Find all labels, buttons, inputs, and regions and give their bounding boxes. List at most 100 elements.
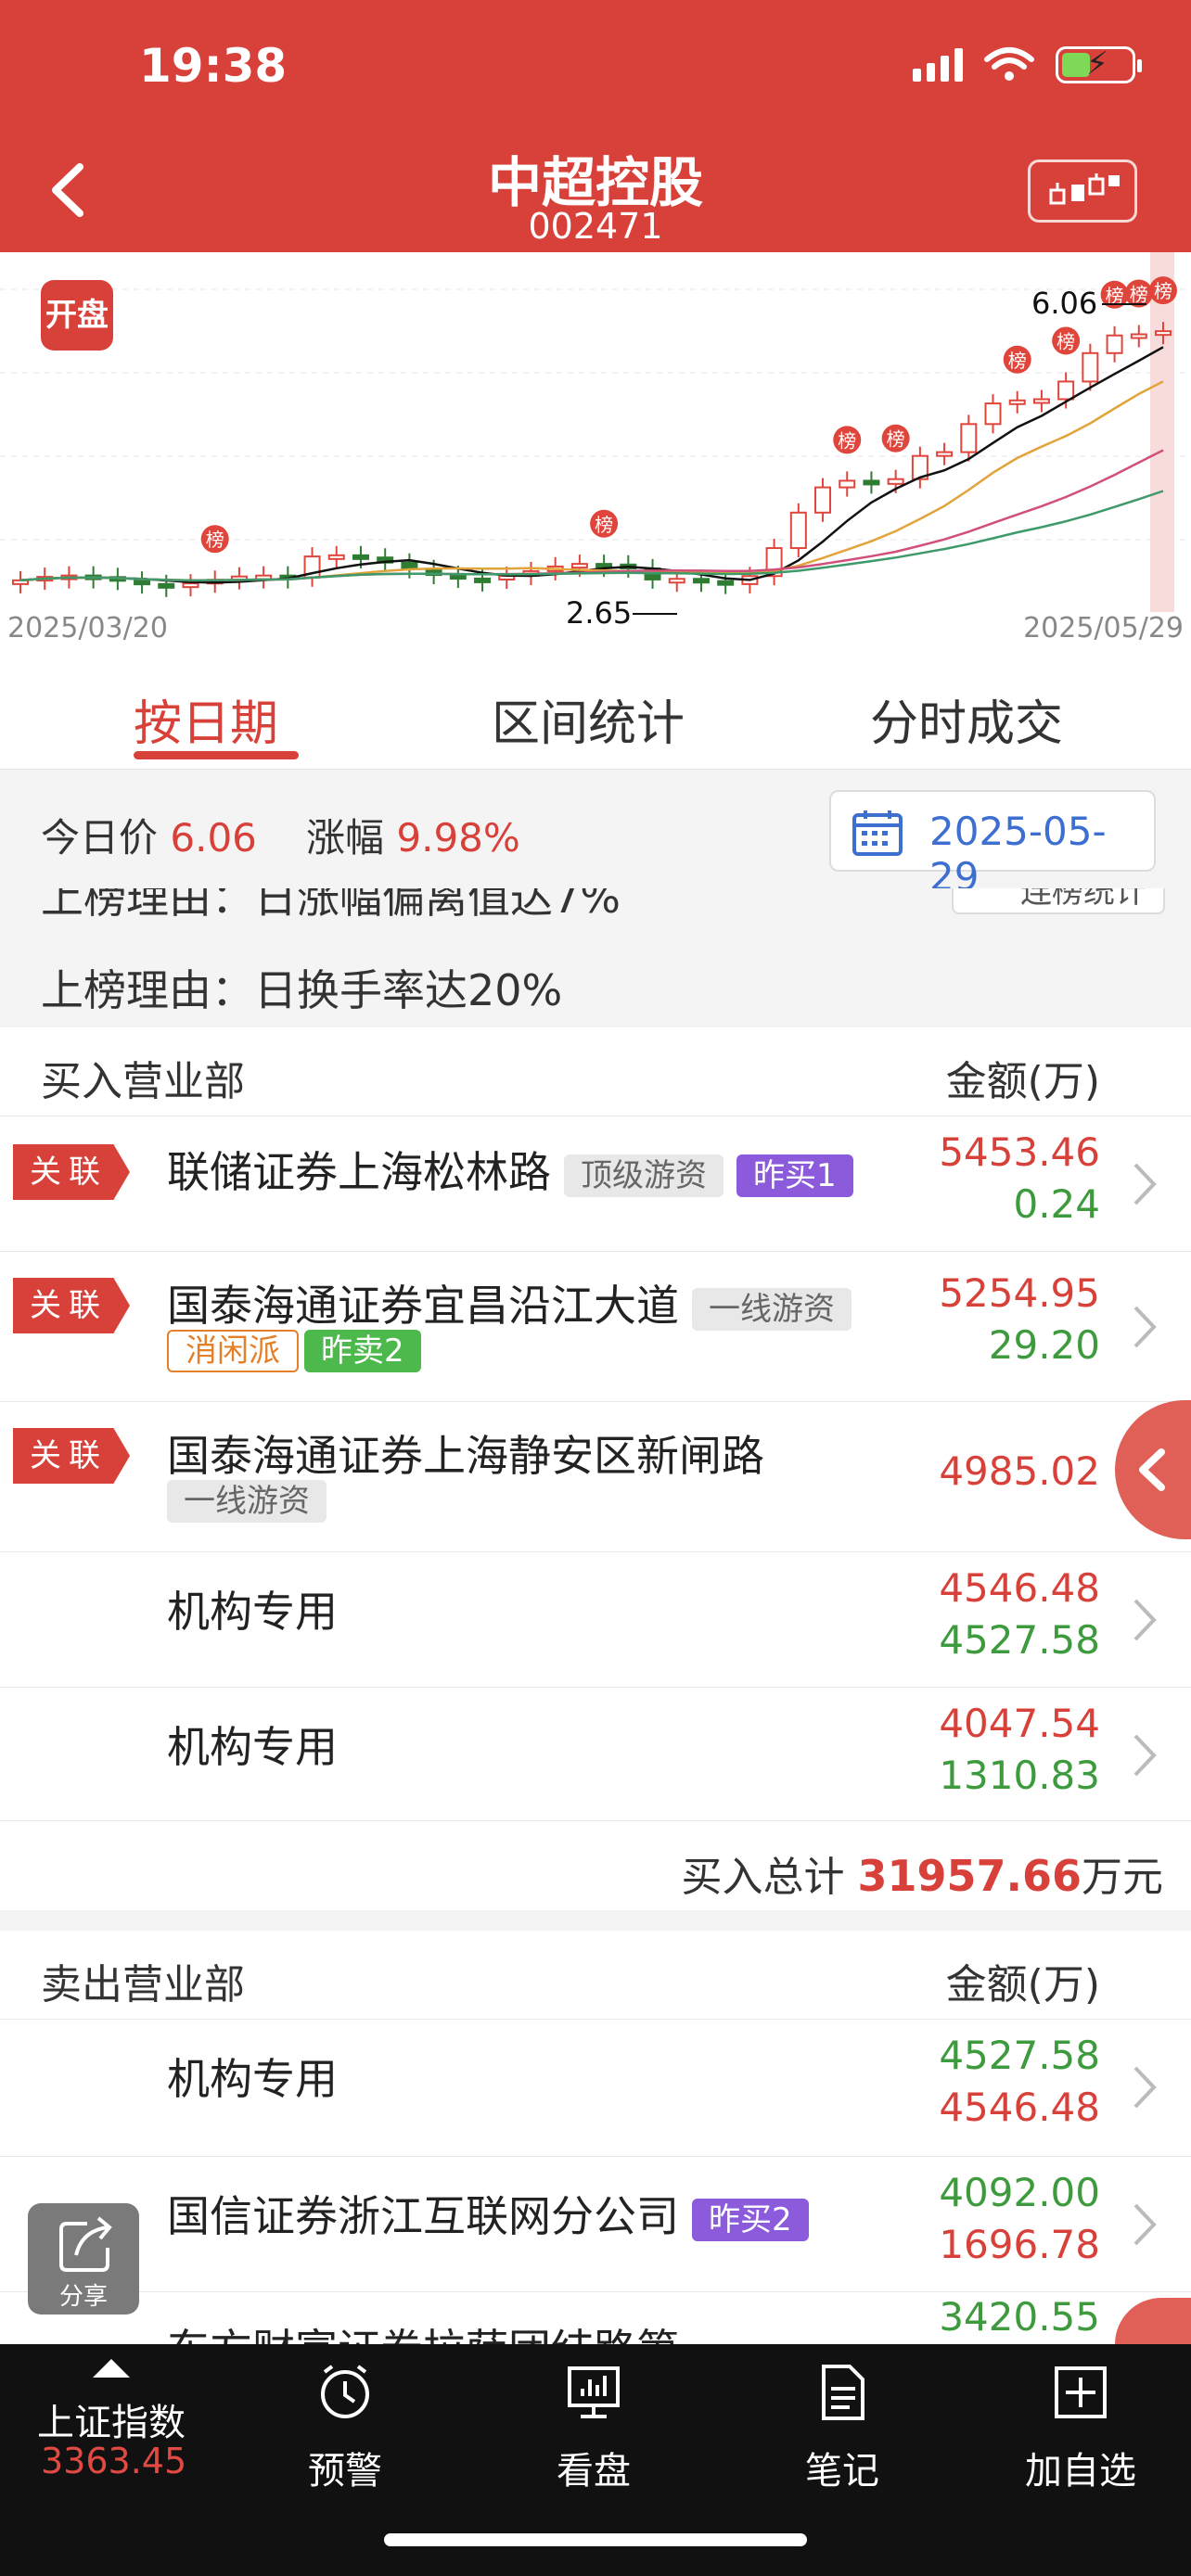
tab-active-indicator	[134, 751, 299, 759]
broker-name: 机构专用	[167, 1722, 338, 1772]
related-badge[interactable]: 关联	[13, 1144, 130, 1200]
candlestick-icon	[1049, 173, 1120, 205]
candle-body	[570, 563, 588, 569]
related-badge[interactable]: 关联	[13, 1428, 130, 1484]
candle-body	[1008, 399, 1026, 405]
related-badge[interactable]: 关联	[13, 1278, 130, 1333]
broker-tags-line: 一线游资	[167, 1480, 332, 1523]
sell-row-2[interactable]: 国信证券浙江互联网分公司 昨买2 4092.00 1696.78	[0, 2157, 1191, 2292]
buy-amount: 4546.48	[939, 1565, 1100, 1611]
chart-high-label: 6.06	[1031, 286, 1097, 321]
candle-body	[814, 486, 832, 514]
tab-range-stats[interactable]: 区间统计	[492, 684, 685, 754]
candle-body	[1130, 333, 1147, 339]
sell-section-header: 卖出营业部 金额(万)	[0, 1931, 1191, 2020]
candle-body	[887, 478, 904, 485]
today-price: 今日价 6.06	[41, 807, 257, 863]
date-picker[interactable]: 2025-05-29	[829, 790, 1156, 899]
buy-amount: 1696.78	[939, 2222, 1100, 2267]
chevron-right-icon	[1133, 2203, 1157, 2246]
broker-name: 联储证券上海松林路	[167, 1147, 551, 1197]
chevron-right-icon	[1133, 1734, 1157, 1777]
candle-body	[1155, 330, 1172, 337]
buy-amount: 5254.95	[939, 1270, 1100, 1316]
nav-notes-label: 笔记	[805, 2450, 879, 2493]
current-day-highlight	[1150, 252, 1174, 612]
today-price-value: 6.06	[170, 815, 257, 861]
buy-section-title: 买入营业部	[41, 1058, 245, 1105]
side-panel-button[interactable]	[1115, 1400, 1191, 1539]
broker-tag: 一线游资	[167, 1480, 327, 1523]
list-marker-label: 榜	[595, 514, 613, 536]
candle-body	[1082, 351, 1099, 383]
wifi-icon	[984, 47, 1034, 81]
buy-row-1[interactable]: 关联 联储证券上海松林路 顶级游资 昨买1 5453.46 0.24	[0, 1116, 1191, 1252]
sell-amount: 4527.58	[939, 1617, 1100, 1663]
price-summary-bar: 今日价 6.06 涨幅 9.98% 2025-05-29	[0, 770, 1191, 899]
chart-end-date: 2025/05/29	[1023, 612, 1184, 644]
nav-market[interactable]: 看盘	[536, 2344, 651, 2502]
buy-row-4[interactable]: 机构专用 4546.48 4527.58	[0, 1552, 1191, 1688]
broker-tag: 昨买1	[736, 1154, 853, 1197]
share-icon	[59, 2216, 112, 2272]
note-icon	[822, 2365, 864, 2420]
selected-date: 2025-05-29	[929, 809, 1107, 899]
list-marker-label: 榜	[206, 529, 224, 551]
expand-up-icon	[93, 2359, 130, 2378]
consecutive-list-stats-button[interactable]: 连榜统计	[952, 888, 1165, 914]
ma20-line	[19, 449, 1164, 582]
buy-amount: 4985.02	[939, 1448, 1100, 1494]
kline-chart[interactable]: 榜榜榜榜榜榜榜榜榜 6.06 2.65 开盘 2025/03/20 2025/05/…	[0, 252, 1191, 658]
candle-body	[668, 578, 685, 584]
open-market-badge: 开盘	[41, 280, 113, 351]
kline-toggle-button[interactable]	[1028, 159, 1137, 223]
candle-body	[984, 402, 1002, 426]
broker-name-row: 国信证券浙江互联网分公司 昨买2	[167, 2183, 809, 2244]
tab-bar: 按日期 区间统计 分时成交	[0, 658, 1191, 770]
candle-body	[839, 479, 856, 489]
list-marker-label: 榜	[887, 428, 905, 451]
buy-row-3[interactable]: 关联 国泰海通证券上海静安区新闸路 一线游资 4985.02	[0, 1402, 1191, 1552]
list-marker-label: 榜	[1008, 350, 1027, 372]
sell-section-title: 卖出营业部	[41, 1961, 245, 2009]
index-value: 3363.45	[41, 2441, 187, 2481]
sell-row-1[interactable]: 机构专用 4527.58 4546.48	[0, 2020, 1191, 2157]
candle-body	[717, 580, 735, 586]
home-indicator	[384, 2533, 807, 2546]
buy-total: 买入总计 31957.66万元	[681, 1843, 1163, 1903]
price-change-value: 9.98%	[396, 815, 520, 861]
chevron-right-icon	[1133, 1599, 1157, 1641]
listing-reason-1: 上榜理由：日涨幅偏离值达7%	[41, 888, 621, 923]
kline-chart-canvas: 榜榜榜 榜榜榜榜榜榜6.062.65	[0, 252, 1191, 631]
candle-body	[134, 580, 151, 586]
candle-body	[692, 578, 710, 584]
nav-notes[interactable]: 笔记	[785, 2344, 900, 2502]
candle-body	[182, 582, 199, 589]
sell-amount: 0.24	[1013, 1181, 1100, 1227]
broker-tag: 一线游资	[692, 1287, 852, 1331]
nav-add-watchlist[interactable]: 加自选	[1020, 2344, 1141, 2502]
buy-row-2[interactable]: 关联 国泰海通证券宜昌沿江大道 一线游资 消闲派 昨卖2 5254.95 29.20	[0, 1252, 1191, 1402]
broker-tag: 消闲派	[167, 1330, 299, 1372]
candle-body	[863, 479, 880, 486]
status-time: 19:38	[139, 39, 288, 93]
buy-total-row: 买入总计 31957.66万元	[0, 1821, 1191, 1910]
tab-intraday-trades[interactable]: 分时成交	[870, 684, 1063, 754]
share-button[interactable]: 分享	[28, 2203, 139, 2315]
broker-name: 国泰海通证券宜昌沿江大道	[167, 1281, 679, 1331]
nav-alert[interactable]: 预警	[288, 2344, 403, 2502]
buy-row-5[interactable]: 机构专用 4047.54 1310.83	[0, 1688, 1191, 1821]
tab-by-date[interactable]: 按日期	[134, 684, 278, 754]
buy-amount: 4546.48	[939, 2085, 1100, 2130]
chevron-left-icon	[1139, 1448, 1165, 1491]
broker-name: 机构专用	[167, 2054, 338, 2104]
buy-section-header: 买入营业部 金额(万)	[0, 1027, 1191, 1116]
ma5-line	[19, 346, 1164, 584]
candle-body	[789, 511, 807, 550]
bottom-nav: 上证指数 3363.45 预警 看盘 笔记 加自选	[0, 2344, 1191, 2576]
sell-amount: 29.20	[988, 1322, 1100, 1368]
candle-body	[352, 554, 369, 560]
status-icons: ⚡	[913, 45, 1142, 83]
list-marker-label: 榜	[1154, 280, 1172, 302]
broker-name: 国信证券浙江互联网分公司	[167, 2191, 679, 2241]
